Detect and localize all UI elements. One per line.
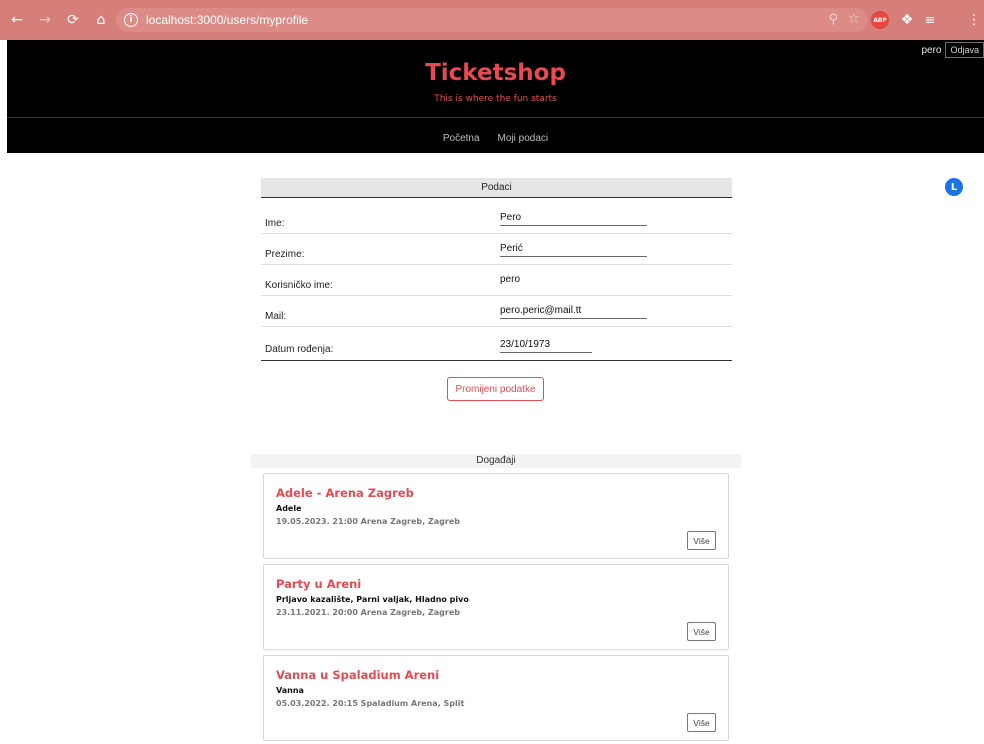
extensions-puzzle-icon[interactable]: ❖ (898, 11, 916, 29)
event-date-venue: 23.11.2021. 20:00 Arena Zagreb, Zagreb (276, 608, 460, 617)
zoom-icon[interactable]: ⚲ (828, 12, 838, 27)
events-header: Događaji (251, 454, 741, 468)
birthdate-label: Datum rođenja: (265, 344, 334, 355)
profile-table-header: Podaci (261, 178, 732, 198)
event-performers: Adele (276, 504, 302, 513)
event-performers: Vanna (276, 686, 304, 695)
email-input[interactable]: pero.peric@mail.tt (500, 305, 647, 319)
email-label: Mail: (265, 311, 287, 322)
logout-button[interactable]: Odjava (945, 42, 984, 58)
back-arrow-icon[interactable]: ← (6, 9, 28, 31)
site-title[interactable]: Ticketshop (7, 60, 984, 86)
profile-table: Podaci Ime: Pero Prezime: Perić Korisnič… (261, 178, 732, 361)
event-card: Vanna u Spaladium Areni Vanna 05.03.2022… (263, 655, 729, 741)
address-url[interactable]: localhost:3000/users/myprofile (146, 13, 308, 27)
profile-row-username: Korisničko ime: pero (261, 265, 732, 296)
username-value: pero (500, 274, 521, 285)
site-header: pero Odjava Ticketshop This is where the… (7, 40, 984, 153)
bookmark-star-icon[interactable]: ☆ (847, 11, 860, 27)
event-more-button[interactable]: Više (687, 531, 716, 550)
nav-link-home[interactable]: Početna (443, 133, 480, 144)
event-title[interactable]: Vanna u Spaladium Areni (276, 668, 439, 682)
update-profile-button[interactable]: Promijeni podatke (447, 377, 544, 401)
event-title[interactable]: Party u Areni (276, 577, 361, 591)
event-date-venue: 05.03.2022. 20:15 Spaladium Arena, Split (276, 699, 465, 708)
current-username: pero (921, 44, 942, 56)
first-name-label: Ime: (265, 218, 285, 229)
user-bar: pero Odjava (921, 42, 984, 58)
site-subtitle: This is where the fun starts (434, 94, 557, 104)
profile-row-last-name: Prezime: Perić (261, 234, 732, 265)
last-name-input[interactable]: Perić (500, 243, 647, 257)
media-queue-icon[interactable]: ≡ (921, 11, 939, 29)
browser-toolbar: ← → ⟳ ⌂ i localhost:3000/users/myprofile… (0, 0, 984, 196)
event-more-button[interactable]: Više (687, 622, 716, 641)
reload-icon[interactable]: ⟳ (62, 9, 84, 31)
profile-avatar[interactable]: L (945, 178, 963, 196)
event-performers: Prljavo kazalište, Parni valjak, Hladno … (276, 595, 469, 604)
first-name-input[interactable]: Pero (500, 212, 647, 226)
adblock-icon[interactable]: ABP (871, 11, 889, 29)
birthdate-input[interactable]: 23/10/1973 (500, 339, 592, 353)
event-date-venue: 19.05.2023. 21:00 Arena Zagreb, Zagreb (276, 517, 460, 526)
profile-row-first-name: Ime: Pero (261, 203, 732, 234)
main-nav: Početna Moji podaci (7, 133, 984, 144)
forward-arrow-icon[interactable]: → (34, 9, 56, 31)
header-divider (7, 117, 984, 118)
profile-row-email: Mail: pero.peric@mail.tt (261, 296, 732, 327)
address-bar[interactable]: i localhost:3000/users/myprofile ⚲ ☆ (116, 8, 868, 32)
profile-row-birthdate: Datum rođenja: 23/10/1973 (261, 327, 732, 361)
event-more-button[interactable]: Više (687, 713, 716, 732)
event-title[interactable]: Adele - Arena Zagreb (276, 486, 414, 500)
event-card: Adele - Arena Zagreb Adele 19.05.2023. 2… (263, 473, 729, 559)
username-label: Korisničko ime: (265, 280, 333, 291)
event-card: Party u Areni Prljavo kazalište, Parni v… (263, 564, 729, 650)
info-icon[interactable]: i (124, 13, 138, 27)
kebab-menu-icon[interactable]: ⋮ (967, 11, 981, 29)
home-icon[interactable]: ⌂ (90, 9, 112, 31)
nav-link-my-profile[interactable]: Moji podaci (498, 133, 549, 144)
last-name-label: Prezime: (265, 249, 305, 260)
